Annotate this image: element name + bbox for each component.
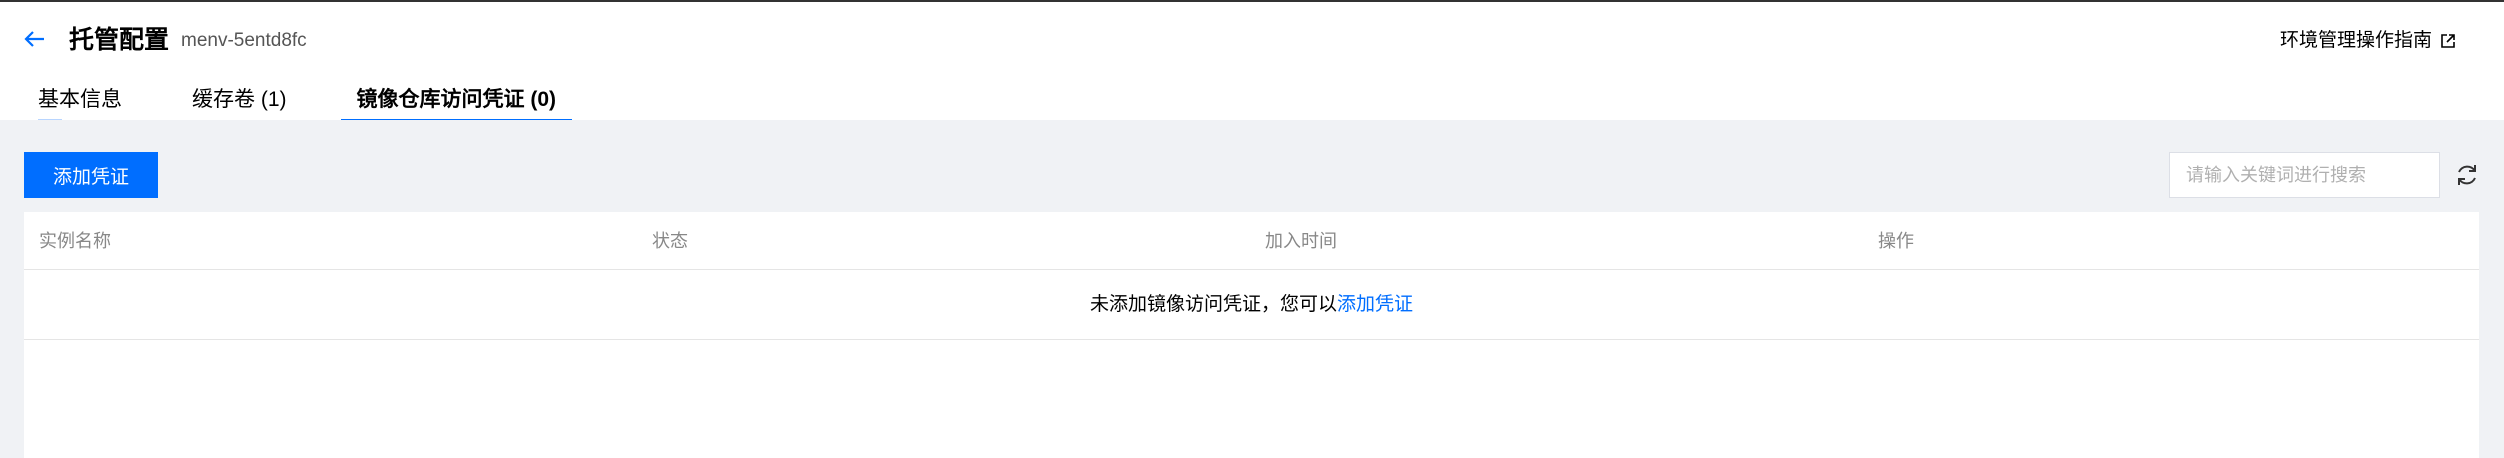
column-instance-name: 实例名称 (39, 231, 111, 251)
column-status: 状态 (652, 231, 688, 251)
column-join-time: 加入时间 (1265, 231, 1337, 251)
page-header: 托管配置 menv-5entd8fc 环境管理操作指南 基本信息 缓存卷 (1)… (0, 2, 2504, 122)
empty-state: 未添加镜像访问凭证，您可以添加凭证 (24, 270, 2479, 340)
column-actions: 操作 (1878, 231, 1914, 251)
external-link-icon (2441, 34, 2455, 48)
tab-cache-volume[interactable]: 缓存卷 (1) (176, 78, 303, 122)
guide-link[interactable]: 环境管理操作指南 (2280, 26, 2456, 56)
page-title: 托管配置 (69, 26, 170, 54)
back-arrow-icon[interactable] (20, 24, 50, 54)
tab-registry-credentials[interactable]: 镜像仓库访问凭证 (0) (340, 78, 573, 122)
empty-add-credential-link[interactable]: 添加凭证 (1337, 294, 1413, 315)
credentials-table: 实例名称 状态 加入时间 操作 未添加镜像访问凭证，您可以添加凭证 (24, 212, 2479, 458)
refresh-icon[interactable] (2452, 160, 2482, 190)
tab-bar: 基本信息 缓存卷 (1) 镜像仓库访问凭证 (0) (24, 78, 610, 122)
empty-state-text: 未添加镜像访问凭证，您可以 (1089, 294, 1337, 315)
content-area: 添加凭证 请输入关键词进行搜索 实例名称 状态 加入时间 操作 未添加镜像访问凭… (0, 120, 2504, 458)
add-credential-button[interactable]: 添加凭证 (24, 152, 158, 198)
search-input[interactable]: 请输入关键词进行搜索 (2169, 152, 2440, 198)
guide-link-label: 环境管理操作指南 (2279, 30, 2432, 51)
environment-id: menv-5entd8fc (181, 30, 307, 51)
table-header: 实例名称 状态 加入时间 操作 (24, 212, 2479, 270)
tab-basic-info[interactable]: 基本信息 (24, 78, 138, 122)
